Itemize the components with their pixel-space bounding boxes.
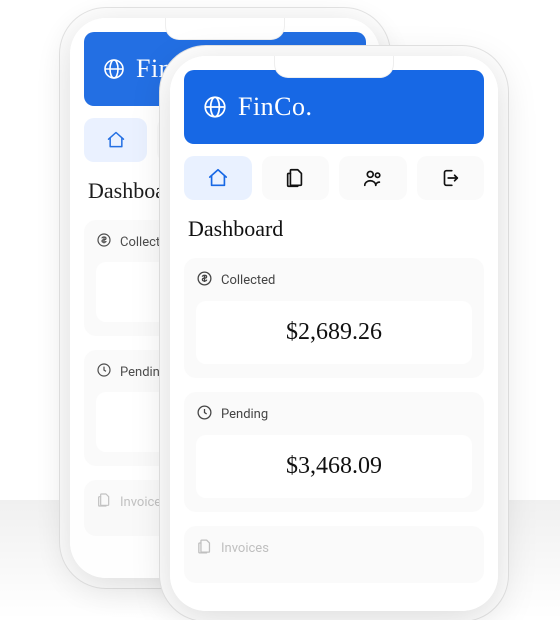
phone-mockup-front: FinCo. — [170, 56, 498, 611]
home-icon — [106, 130, 126, 150]
card-invoices-label: Invoices — [221, 541, 269, 556]
card-pending-label: Pending — [221, 407, 268, 422]
clock-icon — [96, 362, 112, 382]
logout-icon — [439, 167, 461, 189]
invoice-icon — [196, 538, 213, 559]
clock-icon — [196, 404, 213, 425]
nav-bar — [184, 156, 484, 200]
home-icon — [207, 167, 229, 189]
phone-notch — [274, 56, 394, 78]
card-pending-header: Pending — [196, 404, 472, 425]
card-collected-label: Collected — [120, 235, 174, 250]
brand-name: FinCo. — [238, 92, 313, 122]
nav-home[interactable] — [84, 118, 147, 162]
money-icon — [196, 270, 213, 291]
money-icon — [96, 232, 112, 252]
card-invoices-label: Invoices — [120, 495, 168, 510]
globe-icon — [102, 57, 126, 81]
card-pending-value: $3,468.09 — [196, 435, 472, 498]
card-collected-label: Collected — [221, 273, 275, 288]
app-header: FinCo. — [184, 70, 484, 144]
users-icon — [362, 167, 384, 189]
card-collected: Collected $2,689.26 — [184, 258, 484, 378]
phone-notch — [165, 18, 285, 40]
nav-home[interactable] — [184, 156, 252, 200]
nav-logout[interactable] — [417, 156, 485, 200]
globe-icon — [202, 94, 228, 120]
nav-documents[interactable] — [262, 156, 330, 200]
screen-front: FinCo. — [170, 56, 498, 611]
card-collected-value: $2,689.26 — [196, 301, 472, 364]
card-invoices: Invoices — [184, 526, 484, 583]
card-invoices-header: Invoices — [196, 538, 472, 559]
nav-users[interactable] — [339, 156, 407, 200]
page-title: Dashboard — [188, 216, 480, 242]
documents-icon — [284, 167, 306, 189]
card-collected-header: Collected — [196, 270, 472, 291]
invoice-icon — [96, 492, 112, 512]
card-pending-label: Pending — [120, 365, 167, 380]
card-pending: Pending $3,468.09 — [184, 392, 484, 512]
